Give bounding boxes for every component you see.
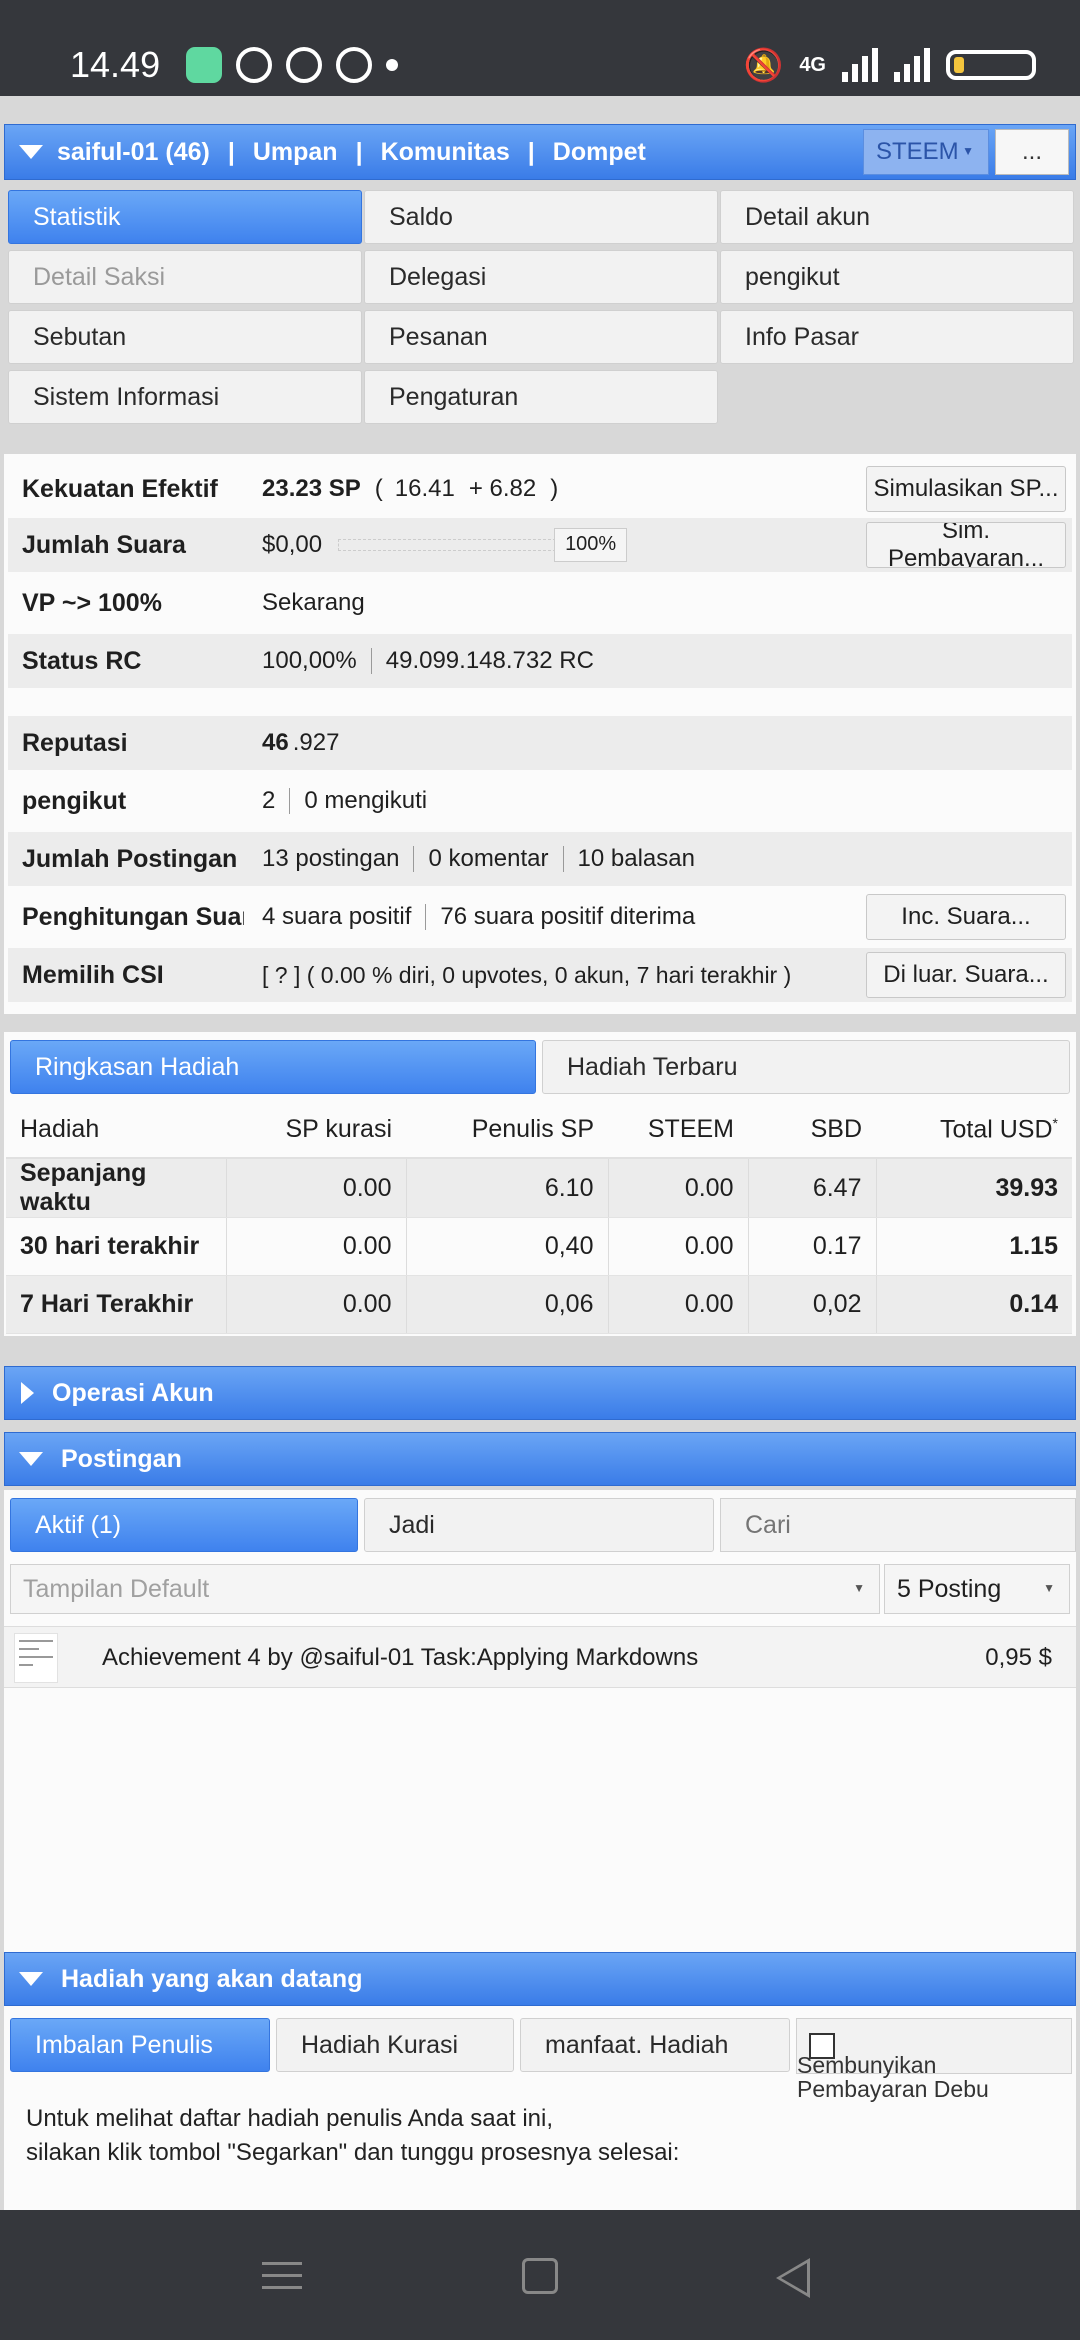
sync-notification-icon bbox=[286, 47, 322, 83]
stat-row-hitung-suara: Penghitungan Suara 4 suara positif 76 sua… bbox=[8, 890, 1072, 944]
signal-icon-2 bbox=[894, 48, 930, 82]
stat-row-pengikut: pengikut 20 mengikuti bbox=[22, 786, 428, 815]
stat-row-csi: Memilih CSI [ ? ] ( 0.00 % diri, 0 upvot… bbox=[8, 948, 1072, 1002]
recent-apps-icon[interactable] bbox=[262, 2262, 302, 2298]
nav-wallet-link[interactable]: Dompet bbox=[553, 138, 646, 167]
vote-percent: 100% bbox=[554, 528, 628, 562]
share-notification-icon bbox=[236, 47, 272, 83]
tab-detail-akun[interactable]: Detail akun bbox=[720, 190, 1074, 244]
tab-sebutan[interactable]: Sebutan bbox=[8, 310, 362, 364]
account-tabs: Statistik Saldo Detail akun Detail Saksi… bbox=[4, 190, 1076, 430]
tab-statistik[interactable]: Statistik bbox=[8, 190, 362, 244]
tab-pesanan[interactable]: Pesanan bbox=[364, 310, 718, 364]
tab-delegasi[interactable]: Delegasi bbox=[364, 250, 718, 304]
section-operasi-akun[interactable]: Operasi Akun bbox=[4, 1366, 1076, 1420]
tab-info-pasar[interactable]: Info Pasar bbox=[720, 310, 1074, 364]
currency-select[interactable]: STEEM ▼ bbox=[863, 129, 989, 175]
top-nav-bar: saiful-01 (46) | Umpan | Komunitas | Dom… bbox=[4, 124, 1076, 180]
post-count-select[interactable]: 5 Posting ▼ bbox=[884, 1564, 1070, 1614]
table-row: 30 hari terakhir 0.00 0,40 0.00 0.17 1.1… bbox=[6, 1217, 1072, 1276]
chevron-down-icon: ▼ bbox=[962, 144, 974, 158]
effective-sp: 23.23 SP bbox=[262, 475, 361, 502]
own-sp: 16.41 bbox=[394, 475, 455, 502]
more-button[interactable]: ... bbox=[995, 129, 1069, 175]
stat-row-suara: Jumlah Suara $0,00 100% Sim. Pembayaran.… bbox=[8, 518, 1072, 572]
simulate-sp-button[interactable]: Simulasikan SP... bbox=[866, 466, 1066, 512]
chevron-down-icon bbox=[19, 1452, 43, 1466]
stat-row-vp: VP ~> 100% Sekarang bbox=[22, 588, 365, 617]
tab-aktif[interactable]: Aktif (1) bbox=[10, 1498, 358, 1552]
post-thumbnail bbox=[14, 1633, 58, 1683]
battery-icon bbox=[946, 50, 1036, 80]
stat-row-rc: Status RC 100,00% 49.099.148.732 RC bbox=[8, 634, 1072, 688]
tab-jadi[interactable]: Jadi bbox=[364, 1498, 714, 1552]
system-indicators: 🔕 4G bbox=[743, 46, 1036, 84]
chevron-down-icon: ▼ bbox=[1043, 1581, 1055, 1595]
home-icon[interactable] bbox=[522, 2258, 558, 2294]
status-bar: 14.49 🔕 4G bbox=[0, 0, 1080, 96]
more-notifications-icon bbox=[386, 59, 398, 71]
incoming-votes-button[interactable]: Inc. Suara... bbox=[866, 894, 1066, 940]
mute-icon: 🔕 bbox=[743, 47, 784, 83]
collapse-arrow-icon[interactable] bbox=[19, 145, 43, 159]
hide-dust-toggle[interactable]: Sembunyikan Pembayaran Debu bbox=[796, 2018, 1072, 2101]
tab-pengikut[interactable]: pengikut bbox=[720, 250, 1074, 304]
stat-row-reputasi: Reputasi 46.927 bbox=[8, 716, 1072, 770]
nav-feed-link[interactable]: Umpan bbox=[253, 138, 338, 167]
vote-slider[interactable] bbox=[338, 539, 557, 551]
tab-hadiah-kurasi[interactable]: Hadiah Kurasi bbox=[276, 2018, 514, 2072]
following-link[interactable]: 0 mengikuti bbox=[304, 787, 427, 815]
chevron-down-icon bbox=[19, 1972, 43, 1986]
nav-communities-link[interactable]: Komunitas bbox=[381, 138, 510, 167]
app-notification-icon bbox=[186, 47, 222, 83]
wallet-page: saiful-01 (46) | Umpan | Komunitas | Dom… bbox=[0, 96, 1080, 2210]
section-hadiah-mendatang[interactable]: Hadiah yang akan datang bbox=[4, 1952, 1076, 2006]
post-search-input[interactable] bbox=[720, 1498, 1076, 1552]
post-payout: 0,95 $ bbox=[985, 1644, 1052, 1671]
system-nav-bar bbox=[0, 2210, 1080, 2340]
post-title[interactable]: Achievement 4 by @saiful-01 Task:Applyin… bbox=[102, 1627, 698, 1689]
section-postingan[interactable]: Postingan bbox=[4, 1432, 1076, 1486]
tab-hadiah-terbaru[interactable]: Hadiah Terbaru bbox=[542, 1040, 1070, 1094]
simulate-payout-button[interactable]: Sim. Pembayaran... bbox=[866, 522, 1066, 568]
network-type: 4G bbox=[799, 53, 826, 76]
followers-link[interactable]: 2 bbox=[262, 787, 275, 815]
chevron-right-icon bbox=[21, 1382, 34, 1404]
tab-sistem-informasi[interactable]: Sistem Informasi bbox=[8, 370, 362, 424]
account-link[interactable]: saiful-01 (46) bbox=[57, 138, 210, 167]
list-item[interactable]: Achievement 4 by @saiful-01 Task:Applyin… bbox=[4, 1626, 1076, 1688]
upcoming-info-text: Untuk melihat daftar hadiah penulis Anda… bbox=[26, 2105, 680, 2166]
stats-panel: Kekuatan Efektif 23.23 SP ( 16.41 + 6.82… bbox=[4, 454, 1076, 1014]
tab-manfaat-hadiah[interactable]: manfaat. Hadiah bbox=[520, 2018, 790, 2072]
tab-detail-saksi[interactable]: Detail Saksi bbox=[8, 250, 362, 304]
outgoing-votes-button[interactable]: Di luar. Suara... bbox=[866, 952, 1066, 998]
chevron-down-icon: ▼ bbox=[853, 1581, 865, 1595]
tab-imbalan-penulis[interactable]: Imbalan Penulis bbox=[10, 2018, 270, 2072]
delegated-sp: + 6.82 bbox=[468, 475, 537, 502]
tab-pengaturan[interactable]: Pengaturan bbox=[364, 370, 718, 424]
table-row: 7 Hari Terakhir 0.00 0,06 0.00 0,02 0.14 bbox=[6, 1275, 1072, 1334]
table-row: Sepanjang waktu 0.00 6.10 0.00 6.47 39.9… bbox=[6, 1158, 1072, 1218]
view-select[interactable]: Tampilan Default ▼ bbox=[10, 1564, 880, 1614]
vote-value: $0,00 bbox=[262, 531, 323, 558]
stat-row-postingan: Jumlah Postingan 13 postingan 0 komentar 1… bbox=[8, 832, 1072, 886]
back-icon[interactable] bbox=[776, 2258, 810, 2298]
rewards-table: Hadiah SP kurasi Penulis SP STEEM SBD To… bbox=[6, 1102, 1072, 1334]
status-time: 14.49 bbox=[70, 44, 161, 85]
chat-notification-icon bbox=[336, 47, 372, 83]
stat-row-kekuatan: Kekuatan Efektif 23.23 SP ( 16.41 + 6.82… bbox=[8, 462, 1072, 516]
tab-ringkasan-hadiah[interactable]: Ringkasan Hadiah bbox=[10, 1040, 536, 1094]
signal-icon bbox=[842, 48, 878, 82]
tab-saldo[interactable]: Saldo bbox=[364, 190, 718, 244]
notification-icons bbox=[186, 47, 398, 83]
